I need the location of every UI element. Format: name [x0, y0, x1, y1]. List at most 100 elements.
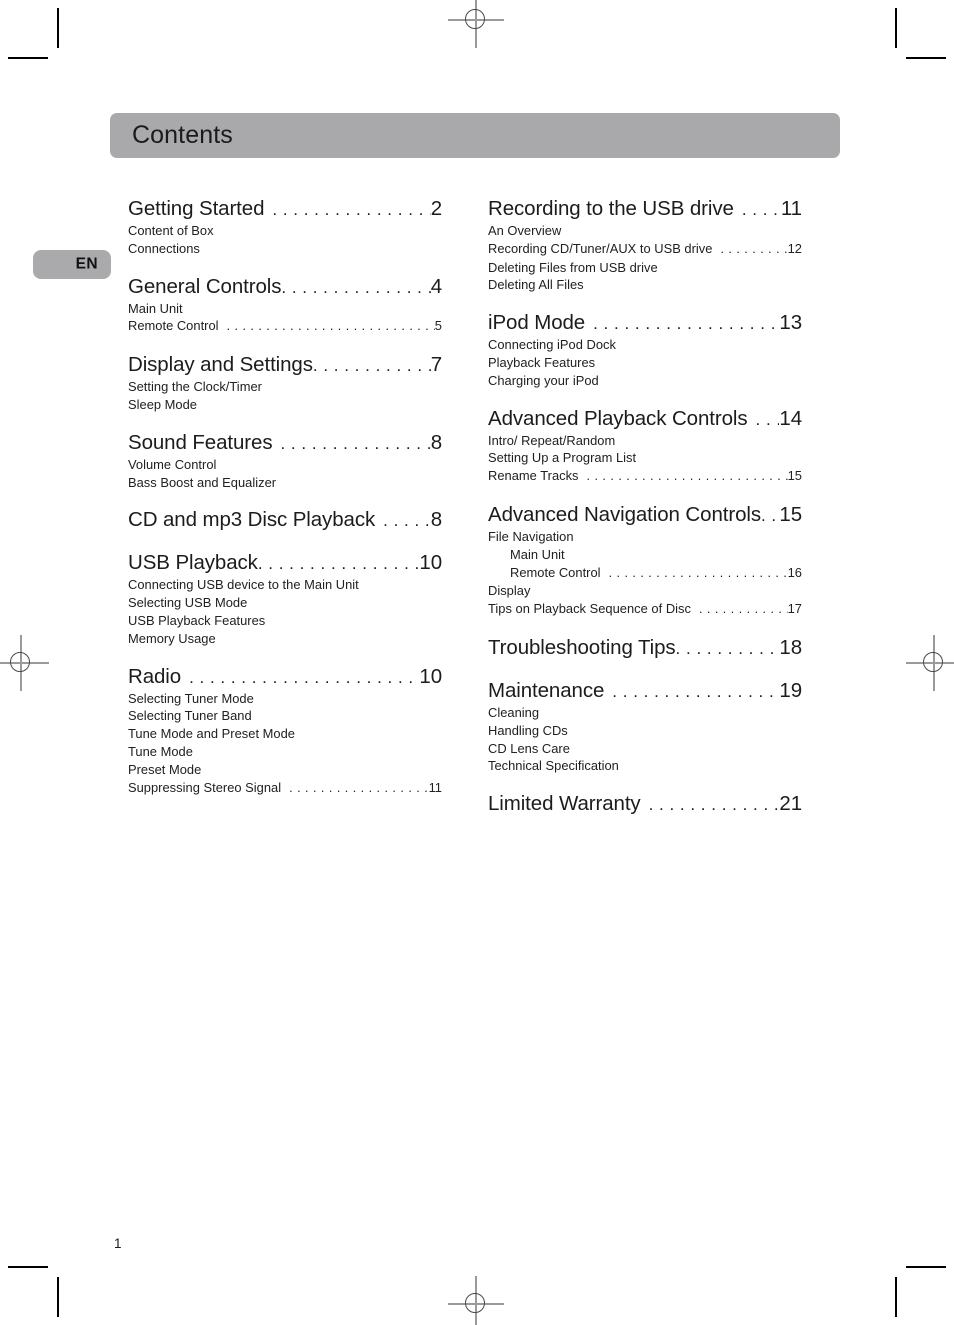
- toc-subitem-label: Selecting USB Mode: [128, 595, 248, 611]
- toc-subitem-entry[interactable]: Display: [488, 582, 802, 600]
- toc-dot-leader: [712, 241, 787, 259]
- toc-chapter-entry[interactable]: General Controls 4: [128, 274, 442, 300]
- toc-chapter-entry[interactable]: CD and mp3 Disc Playback 8: [128, 507, 442, 533]
- toc-subitem-label: Remote Control: [128, 318, 219, 334]
- toc-subitem-entry[interactable]: Tips on Playback Sequence of Disc 17: [488, 600, 802, 619]
- toc-subitem-entry[interactable]: File Navigation: [488, 528, 802, 546]
- registration-mark-circle: [923, 652, 943, 672]
- toc-subitem-entry[interactable]: Selecting USB Mode: [128, 594, 442, 612]
- toc-subitem-entry[interactable]: Rename Tracks 15: [488, 467, 802, 486]
- toc-subitem-entry[interactable]: CD Lens Care: [488, 740, 802, 758]
- toc-chapter-label: Getting Started: [128, 197, 265, 220]
- toc-chapter-entry[interactable]: Display and Settings 7: [128, 352, 442, 378]
- toc-subitem-page-number: 17: [787, 601, 802, 617]
- toc-subitem-label: Display: [488, 583, 531, 599]
- toc-subitem-entry[interactable]: Memory Usage: [128, 630, 442, 648]
- toc-subitem-entry[interactable]: USB Playback Features: [128, 612, 442, 630]
- toc-dot-leader: [734, 197, 781, 222]
- toc-chapter-label: Maintenance: [488, 678, 605, 702]
- registration-mark-right: [906, 635, 954, 691]
- toc-subitem-entry[interactable]: Connecting iPod Dock: [488, 336, 802, 354]
- toc-dot-leader: [272, 431, 430, 456]
- toc-dot-leader: [313, 353, 431, 378]
- toc-subitem-entry[interactable]: Remote Control 5: [128, 317, 442, 336]
- toc-chapter-entry[interactable]: Limited Warranty 21: [488, 791, 802, 817]
- toc-subitem-label: CD Lens Care: [488, 740, 570, 756]
- toc-subitem-entry[interactable]: Suppressing Stereo Signal 11: [128, 779, 442, 798]
- toc-subitem-entry[interactable]: Deleting All Files: [488, 276, 802, 294]
- toc-subitem-entry[interactable]: An Overview: [488, 222, 802, 240]
- toc-subitem-label: Setting the Clock/Timer: [128, 379, 262, 395]
- toc-subitem-entry[interactable]: Tune Mode: [128, 743, 442, 761]
- crop-mark-bottom-right-horizontal: [906, 1266, 946, 1268]
- toc-subitem-entry[interactable]: Playback Features: [488, 354, 802, 372]
- toc-subitem-label: Tips on Playback Sequence of Disc: [488, 601, 691, 617]
- toc-subitem-label: Selecting Tuner Band: [128, 708, 252, 724]
- toc-subitem-label: An Overview: [488, 223, 562, 238]
- toc-subitem-entry[interactable]: Recording CD/Tuner/AUX to USB drive 12: [488, 240, 802, 259]
- toc-subitem-entry[interactable]: Setting Up a Program List: [488, 449, 802, 467]
- toc-subitem-entry[interactable]: Selecting Tuner Band: [128, 707, 442, 725]
- toc-subitem-label: Connections: [128, 240, 200, 256]
- toc-chapter-label: Recording to the USB drive: [488, 197, 734, 220]
- toc-subitem-entry[interactable]: Intro/ Repeat/Random: [488, 432, 802, 450]
- toc-subitem-entry[interactable]: Sleep Mode: [128, 396, 442, 414]
- toc-group-spacer: [488, 294, 802, 310]
- toc-subitem-label: Cleaning: [488, 704, 540, 720]
- toc-subitem-entry[interactable]: Deleting Files from USB drive: [488, 259, 802, 277]
- toc-group-spacer: [128, 533, 442, 550]
- toc-subitem-entry[interactable]: Preset Mode: [128, 761, 442, 779]
- toc-subitem-entry[interactable]: Bass Boost and Equalizer: [128, 474, 442, 492]
- toc-subitem-label: Playback Features: [488, 354, 596, 370]
- toc-subitem-label: Technical Specification: [488, 758, 619, 774]
- toc-chapter-label: USB Playback: [128, 551, 258, 575]
- toc-group: Recording to the USB drive11An Overview R…: [488, 196, 802, 294]
- toc-chapter-entry[interactable]: Maintenance 19: [488, 678, 802, 704]
- toc-subitem-page-number: 5: [434, 318, 442, 334]
- toc-subitem-entry[interactable]: Connecting USB device to the Main Unit: [128, 576, 442, 594]
- toc-subitem-entry[interactable]: Charging your iPod: [488, 372, 802, 390]
- crop-mark-top-left-horizontal: [8, 57, 48, 59]
- folio-page-number: 1: [114, 1236, 122, 1251]
- toc-subitem-entry[interactable]: Main Unit: [128, 300, 442, 318]
- toc-subitem-entry[interactable]: Main Unit: [488, 546, 802, 564]
- toc-chapter-entry[interactable]: Recording to the USB drive 11: [488, 196, 802, 222]
- toc-chapter-page-number: 21: [779, 792, 802, 816]
- crop-mark-bottom-left-vertical: [57, 1277, 59, 1317]
- contents-header-band: Contents: [110, 113, 840, 158]
- registration-mark-circle: [465, 9, 485, 29]
- toc-dot-leader: [691, 601, 788, 619]
- toc-subitem-entry[interactable]: Remote Control 16: [488, 564, 802, 583]
- toc-chapter-entry[interactable]: Radio 10: [128, 664, 442, 690]
- toc-subitem-entry[interactable]: Selecting Tuner Mode: [128, 690, 442, 708]
- page-title: Contents: [132, 120, 233, 149]
- toc-subitem-entry[interactable]: Tune Mode and Preset Mode: [128, 725, 442, 743]
- toc-subitem-page-number: 11: [428, 779, 442, 795]
- registration-mark-left: [0, 635, 49, 691]
- crop-mark-top-right-vertical: [895, 8, 897, 48]
- toc-subitem-label: Sleep Mode: [128, 396, 197, 412]
- toc-subitem-entry[interactable]: Cleaning: [488, 704, 802, 722]
- toc-chapter-label: Limited Warranty: [488, 792, 641, 816]
- toc-chapter-entry[interactable]: Sound Features 8: [128, 430, 442, 456]
- toc-subitem-entry[interactable]: Connections: [128, 240, 442, 258]
- toc-subitem-label: Selecting Tuner Mode: [128, 690, 254, 706]
- toc-chapter-entry[interactable]: iPod Mode 13: [488, 310, 802, 336]
- toc-chapter-entry[interactable]: Advanced Playback Controls 14: [488, 406, 802, 432]
- toc-subitem-entry[interactable]: Technical Specification: [488, 757, 802, 775]
- toc-subitem-entry[interactable]: Content of Box: [128, 222, 442, 240]
- toc-chapter-entry[interactable]: Troubleshooting Tips 18: [488, 635, 802, 661]
- toc-subitem-label: Tune Mode and Preset Mode: [128, 726, 295, 742]
- toc-chapter-entry[interactable]: Advanced Navigation Controls 15: [488, 502, 802, 528]
- toc-group-spacer: [488, 661, 802, 678]
- toc-chapter-entry[interactable]: USB Playback 10: [128, 550, 442, 576]
- toc-dot-leader: [375, 508, 431, 533]
- registration-mark-top: [448, 0, 504, 48]
- toc-subitem-entry[interactable]: Setting the Clock/Timer: [128, 378, 442, 396]
- language-badge-label: EN: [75, 255, 98, 273]
- toc-subitem-entry[interactable]: Handling CDs: [488, 722, 802, 740]
- toc-chapter-entry[interactable]: Getting Started 2: [128, 196, 442, 222]
- toc-chapter-page-number: 15: [779, 502, 802, 526]
- toc-chapter-label: Advanced Playback Controls: [488, 406, 748, 430]
- toc-subitem-entry[interactable]: Volume Control: [128, 456, 442, 474]
